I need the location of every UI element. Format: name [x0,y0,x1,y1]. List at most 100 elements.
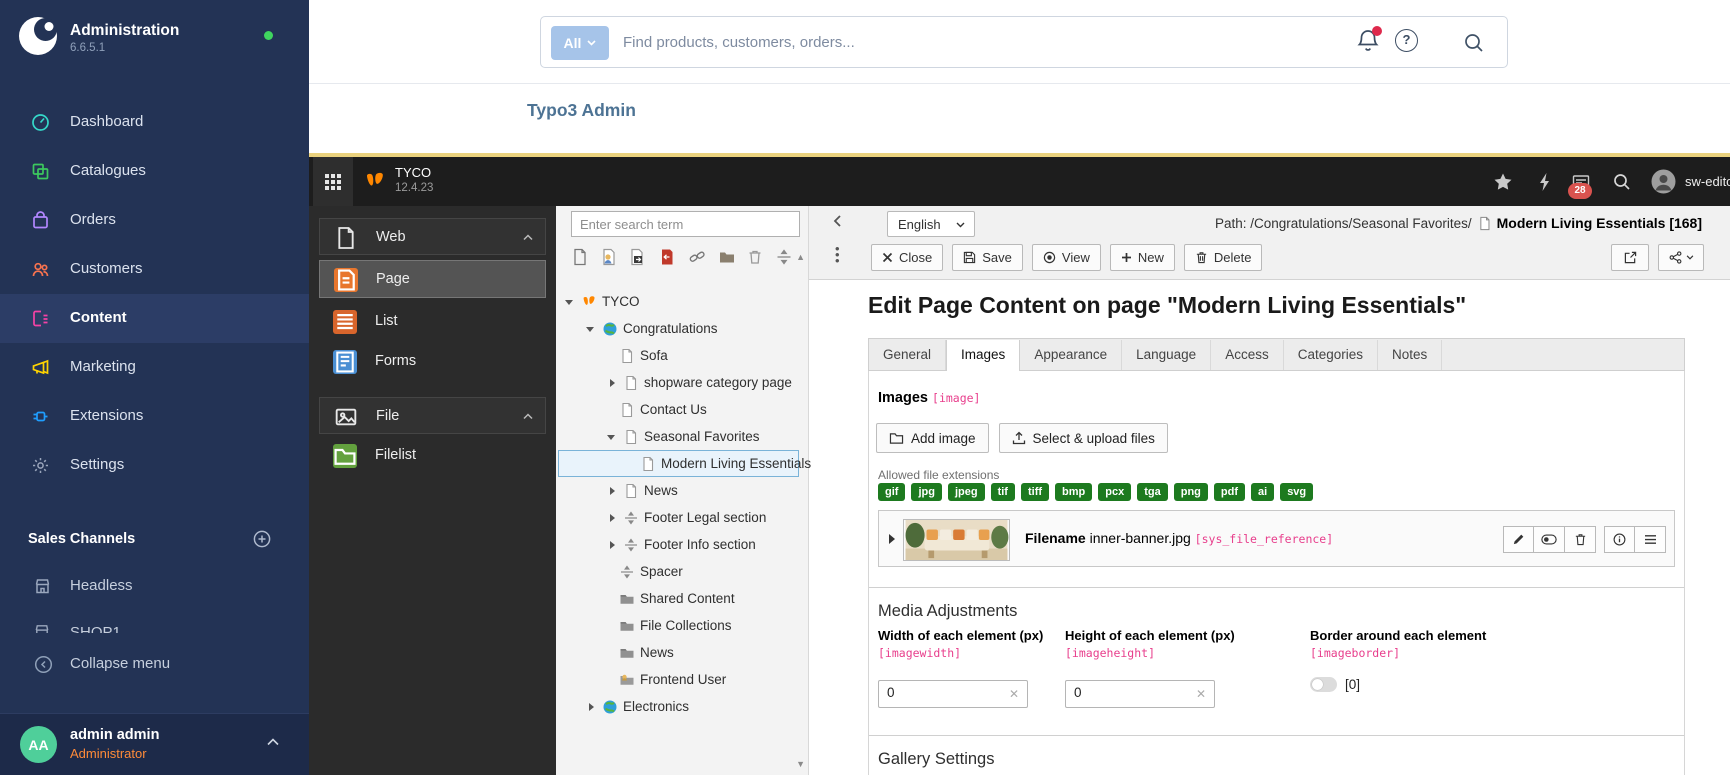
module-item-list[interactable]: List [319,303,546,341]
expander-right-icon[interactable] [606,485,618,497]
reference-menu-icon[interactable] [1635,526,1666,553]
settings-icon [31,456,50,475]
expander-right-icon[interactable] [585,701,597,713]
module-group-file[interactable]: File [319,397,546,434]
scroll-up-icon[interactable]: ▲ [796,252,805,262]
clear-input-icon[interactable] [1009,687,1019,701]
tree-node-tyco[interactable]: TYCO [556,288,809,315]
tab-general[interactable]: General [869,340,947,370]
close-button[interactable]: Close [871,244,944,271]
tree-node-file-collections[interactable]: File Collections [556,612,809,639]
search-icon[interactable] [1612,172,1632,192]
typo3-username[interactable]: sw-edito [1685,174,1730,189]
tree-node-footer-info-section[interactable]: Footer Info section [556,531,809,558]
kebab-menu-icon[interactable]: • • • [835,242,849,267]
module-item-forms[interactable]: Forms [319,343,546,381]
bookmark-star-icon[interactable] [1493,172,1513,192]
tree-node-frontend-user[interactable]: Frontend User [556,666,809,693]
view-button[interactable]: View [1031,244,1101,271]
tree-node-sofa[interactable]: Sofa [556,342,809,369]
tree-node-shared-content[interactable]: Shared Content [556,585,809,612]
add-image-button[interactable]: Add image [876,423,989,453]
spacer-icon[interactable] [775,248,793,266]
sidebar-item-sales-channel-headless[interactable]: Headless [0,562,309,612]
new-button[interactable]: New [1109,244,1175,271]
new-link-page-icon[interactable] [658,248,676,266]
extension-badge: bmp [1055,483,1093,501]
tree-node-electronics[interactable]: Electronics [556,693,809,720]
avatar: AA [20,726,57,763]
tree-node-footer-legal-section[interactable]: Footer Legal section [556,504,809,531]
tree-node-news-page[interactable]: News [556,477,809,504]
imageborder-toggle[interactable] [1310,677,1337,692]
help-icon[interactable] [1395,29,1418,52]
tab-access[interactable]: Access [1211,340,1284,370]
info-icon[interactable] [1604,526,1635,553]
user-avatar-icon[interactable] [1651,169,1676,194]
extension-badge: ai [1251,483,1275,501]
open-in-new-window-button[interactable] [1611,244,1649,271]
imagewidth-input[interactable] [887,685,997,700]
tab-appearance[interactable]: Appearance [1020,340,1123,370]
sidebar-item-extensions[interactable]: Extensions [0,392,309,441]
tree-node-shopware-category-page[interactable]: shopware category page [556,369,809,396]
toggle-visibility-icon[interactable] [1534,526,1565,553]
tab-language[interactable]: Language [1122,340,1212,370]
sidebar-item-orders[interactable]: Orders [0,196,309,245]
expander-down-icon[interactable] [564,296,576,308]
search-input[interactable] [623,18,1403,66]
sidebar-item-content[interactable]: Content [0,294,309,343]
collapse-menu-button[interactable]: Collapse menu [0,640,309,686]
sidebar-item-sales-channel-clipped[interactable]: SHOP1 [0,620,309,633]
link-icon[interactable] [688,248,706,266]
expander-down-icon[interactable] [606,431,618,443]
module-item-filelist[interactable]: Filelist [319,437,546,475]
module-grid-button[interactable] [313,157,353,206]
folder-icon[interactable] [718,248,736,266]
clear-cache-bolt-icon[interactable] [1535,172,1555,192]
sidebar-item-dashboard[interactable]: Dashboard [0,98,309,147]
expander-right-icon[interactable] [606,539,618,551]
expander-down-icon[interactable] [585,323,597,335]
expander-right-icon[interactable] [606,377,618,389]
magnifier-icon[interactable] [1463,32,1485,54]
file-reference-row[interactable]: Filename inner-banner.jpg [sys_file_refe… [878,510,1675,567]
clear-input-icon[interactable] [1196,687,1206,701]
tree-node-modern-living-essentials[interactable]: Modern Living Essentials [556,450,811,477]
sidebar-item-settings[interactable]: Settings [0,441,309,490]
sidebar-item-catalogues[interactable]: Catalogues [0,147,309,196]
notification-bell-icon[interactable] [1356,26,1382,54]
module-item-page[interactable]: Page [319,260,546,298]
select-upload-files-button[interactable]: Select & upload files [998,423,1168,453]
delete-button[interactable]: Delete [1183,244,1263,271]
language-select[interactable]: English [887,211,975,237]
tree-node-seasonal-favorites[interactable]: Seasonal Favorites [556,423,809,450]
user-menu[interactable]: AA admin admin Administrator [0,713,309,775]
tree-node-news-folder[interactable]: News [556,639,809,666]
tab-categories[interactable]: Categories [1284,340,1379,370]
sidebar-item-customers[interactable]: Customers [0,245,309,294]
tree-node-congratulations[interactable]: Congratulations [556,315,809,342]
collapse-tree-icon[interactable] [831,214,845,228]
tree-search-input[interactable] [571,211,800,237]
save-button[interactable]: Save [952,244,1023,271]
tree-node-contact-us[interactable]: Contact Us [556,396,809,423]
imageheight-input[interactable] [1074,685,1184,700]
new-frontend-user-page-icon[interactable] [600,248,618,266]
module-group-web[interactable]: Web [319,218,546,255]
trash-icon[interactable] [746,248,764,266]
add-sales-channel-button[interactable] [253,530,271,548]
share-button[interactable] [1658,244,1704,271]
scroll-down-icon[interactable]: ▼ [796,759,805,769]
sidebar-item-marketing[interactable]: Marketing [0,343,309,392]
new-page-icon[interactable] [571,248,589,266]
new-shortcut-page-icon[interactable] [628,248,646,266]
expander-right-icon[interactable] [606,512,618,524]
trash-icon[interactable] [1565,526,1596,553]
expand-row-icon[interactable] [889,534,895,544]
tree-node-spacer[interactable]: Spacer [556,558,809,585]
tab-images[interactable]: Images [946,340,1021,371]
search-scope-dropdown[interactable]: All [551,26,609,60]
tab-notes[interactable]: Notes [1378,340,1443,370]
edit-pencil-icon[interactable] [1503,526,1534,553]
